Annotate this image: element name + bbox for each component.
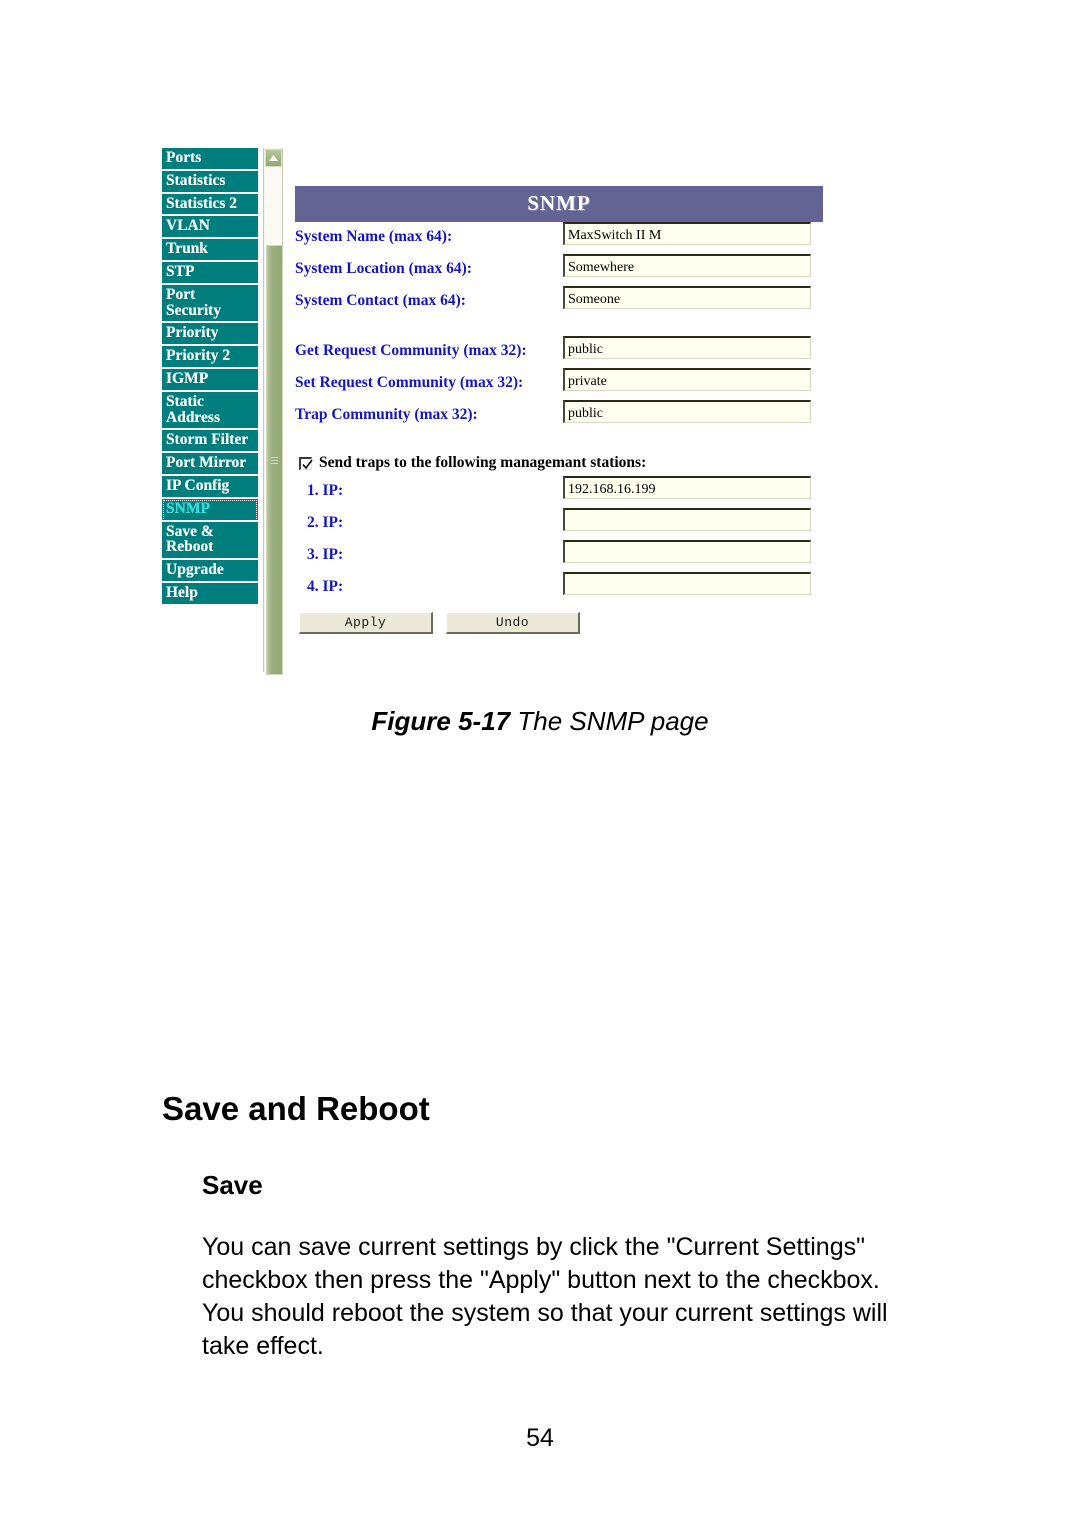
sidebar-item-statistics-2[interactable]: Statistics 2 bbox=[162, 193, 258, 217]
label-trap-ip-1: 1. IP: bbox=[307, 482, 344, 499]
sidebar-item-storm-filter[interactable]: Storm Filter bbox=[162, 430, 258, 454]
input-system-location[interactable]: Somewhere bbox=[563, 254, 811, 277]
sidebar-item-statistics[interactable]: Statistics bbox=[162, 170, 258, 194]
sidebar-item-stp[interactable]: STP bbox=[162, 261, 258, 285]
sidebar-item-snmp[interactable]: SNMP bbox=[162, 498, 258, 522]
sidebar-item-ports[interactable]: Ports bbox=[162, 148, 258, 171]
send-traps-checkbox[interactable] bbox=[299, 456, 313, 470]
scrollbar-grip-icon bbox=[271, 456, 278, 464]
sidebar-item-port-mirror[interactable]: Port Mirror bbox=[162, 453, 258, 476]
snmp-page-screenshot: Ports Statistics Statistics 2 VLAN Trunk… bbox=[162, 148, 823, 675]
figure-caption-number: Figure 5-17 bbox=[371, 706, 511, 736]
panel-title: SNMP bbox=[295, 186, 823, 222]
page-number: 54 bbox=[526, 1424, 554, 1452]
input-trap-ip-4[interactable] bbox=[563, 572, 811, 595]
sidebar-item-igmp[interactable]: IGMP bbox=[162, 368, 258, 392]
sidebar-item-static-address[interactable]: Static Address bbox=[162, 391, 258, 431]
sidebar-item-help[interactable]: Help bbox=[162, 582, 258, 606]
label-trap-community: Trap Community (max 32): bbox=[295, 406, 478, 423]
form-row-trap-ip-3: 3. IP: bbox=[295, 540, 823, 572]
input-set-request-community[interactable]: private bbox=[563, 368, 811, 391]
scroll-up-arrow-icon[interactable] bbox=[265, 149, 282, 167]
label-set-request-community: Set Request Community (max 32): bbox=[295, 374, 524, 391]
label-trap-ip-3: 3. IP: bbox=[307, 546, 344, 563]
page-title: Save and Reboot bbox=[162, 1090, 430, 1128]
form-button-row: Apply Undo bbox=[295, 604, 823, 634]
section-divider-2 bbox=[295, 432, 823, 450]
sidebar-item-ip-config[interactable]: IP Config bbox=[162, 475, 258, 499]
form-row-get-request-community: Get Request Community (max 32): public bbox=[295, 336, 823, 368]
form-row-trap-community: Trap Community (max 32): public bbox=[295, 400, 823, 432]
form-row-trap-ip-1: 1. IP: 192.168.16.199 bbox=[295, 476, 823, 508]
input-get-request-community[interactable]: public bbox=[563, 336, 811, 359]
checkmark-icon bbox=[302, 459, 313, 469]
section-divider-1 bbox=[295, 318, 823, 336]
form-row-system-location: System Location (max 64): Somewhere bbox=[295, 254, 823, 286]
form-row-system-contact: System Contact (max 64): Someone bbox=[295, 286, 823, 318]
sidebar-item-priority-2[interactable]: Priority 2 bbox=[162, 346, 258, 369]
input-trap-ip-2[interactable] bbox=[563, 508, 811, 531]
input-system-name[interactable]: MaxSwitch II M bbox=[563, 222, 811, 245]
snmp-form-panel: SNMP System Name (max 64): MaxSwitch II … bbox=[295, 186, 823, 634]
input-system-contact[interactable]: Someone bbox=[563, 286, 811, 309]
label-system-location: System Location (max 64): bbox=[295, 260, 472, 277]
form-row-system-name: System Name (max 64): MaxSwitch II M bbox=[295, 222, 823, 254]
sidebar-scrollbar[interactable] bbox=[263, 148, 283, 675]
label-system-contact: System Contact (max 64): bbox=[295, 292, 466, 309]
label-trap-ip-4: 4. IP: bbox=[307, 578, 344, 595]
scrollbar-track[interactable] bbox=[265, 167, 283, 675]
form-row-trap-ip-2: 2. IP: bbox=[295, 508, 823, 540]
send-traps-checkbox-row[interactable]: Send traps to the following managemant s… bbox=[295, 450, 823, 476]
sidebar-item-trunk[interactable]: Trunk bbox=[162, 239, 258, 262]
sidebar-item-upgrade[interactable]: Upgrade bbox=[162, 560, 258, 583]
figure-caption: Figure 5-17 The SNMP page bbox=[0, 706, 1080, 737]
label-trap-ip-2: 2. IP: bbox=[307, 514, 344, 531]
apply-button[interactable]: Apply bbox=[299, 612, 433, 634]
undo-button[interactable]: Undo bbox=[446, 612, 580, 634]
label-get-request-community: Get Request Community (max 32): bbox=[295, 342, 527, 359]
figure-caption-text: The SNMP page bbox=[510, 706, 709, 736]
body-paragraph: You can save current settings by click t… bbox=[202, 1233, 888, 1360]
sidebar-item-save-and-reboot[interactable]: Save & Reboot bbox=[162, 521, 258, 561]
label-system-name: System Name (max 64): bbox=[295, 228, 453, 245]
sidebar-item-vlan[interactable]: VLAN bbox=[162, 216, 258, 240]
scrollbar-thumb[interactable] bbox=[266, 245, 283, 675]
section-heading-save: Save bbox=[202, 1169, 263, 1200]
sidebar-item-priority[interactable]: Priority bbox=[162, 323, 258, 347]
input-trap-community[interactable]: public bbox=[563, 400, 811, 423]
form-row-trap-ip-4: 4. IP: bbox=[295, 572, 823, 604]
sidebar-item-port-security[interactable]: Port Security bbox=[162, 284, 258, 324]
input-trap-ip-3[interactable] bbox=[563, 540, 811, 563]
send-traps-label: Send traps to the following managemant s… bbox=[319, 454, 647, 471]
input-trap-ip-1[interactable]: 192.168.16.199 bbox=[563, 476, 811, 499]
sidebar-nav: Ports Statistics Statistics 2 VLAN Trunk… bbox=[162, 148, 258, 606]
form-row-set-request-community: Set Request Community (max 32): private bbox=[295, 368, 823, 400]
